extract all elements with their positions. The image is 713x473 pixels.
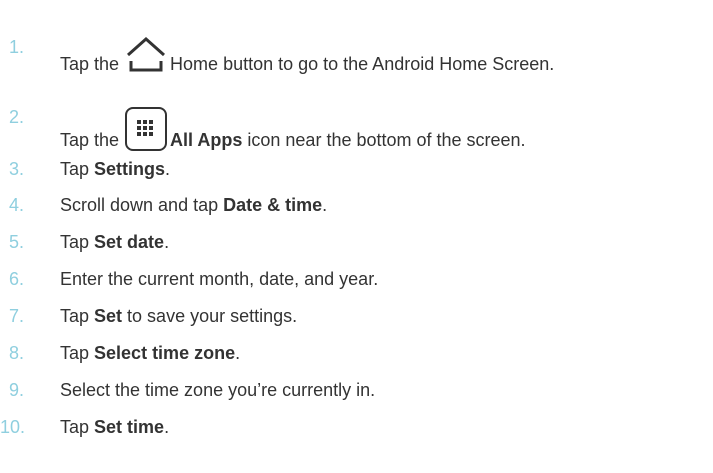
home-icon xyxy=(127,36,166,72)
step-text: Tap Set to save your settings. xyxy=(60,306,298,326)
step-text: Tap Set date. xyxy=(60,232,170,252)
step-text: Tap the Home button to go to the Android… xyxy=(60,36,554,75)
step-number: 2. xyxy=(9,107,25,127)
instruction-list: 1. Tap the Home button to go to the Andr… xyxy=(0,0,713,473)
step-number: 10. xyxy=(0,417,26,437)
step-number: 3. xyxy=(9,159,25,179)
step-text: Tap the All Apps icon near the bottom of… xyxy=(60,106,526,152)
step-text: Tap Settings. xyxy=(60,159,171,179)
step-text: Scroll down and tap Date & time. xyxy=(60,195,328,215)
step-number: 1. xyxy=(9,37,25,57)
step-number: 8. xyxy=(9,343,25,363)
step-number: 6. xyxy=(9,269,25,289)
all-apps-icon xyxy=(125,107,168,151)
step-text: Tap Set time. xyxy=(60,417,170,437)
step-number: 9. xyxy=(9,380,25,400)
step-number: 5. xyxy=(9,232,25,252)
step-text: Select the time zone you’re currently in… xyxy=(60,380,376,400)
step-text: Tap Select time zone. xyxy=(60,343,241,363)
step-number: 4. xyxy=(9,195,25,215)
step-text: Enter the current month, date, and year. xyxy=(60,269,379,289)
step-number: 7. xyxy=(9,306,25,326)
